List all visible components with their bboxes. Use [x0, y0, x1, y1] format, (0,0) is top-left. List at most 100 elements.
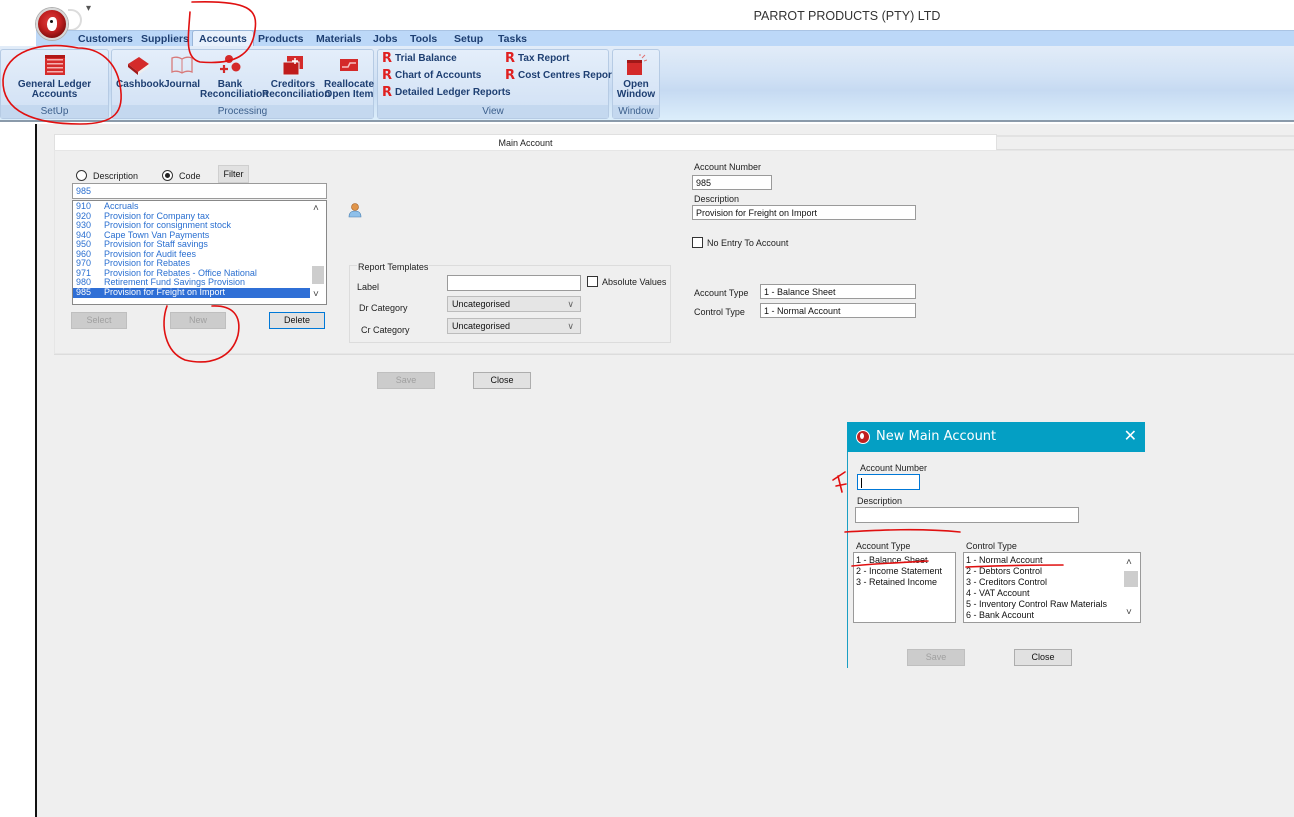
dialog-title-bar[interactable]: New Main Account ✕ [847, 422, 1145, 452]
tab-setup[interactable]: Setup [454, 32, 483, 47]
chart-of-accounts-link[interactable]: R Chart of Accounts [382, 68, 482, 83]
account-number-input[interactable]: 985 [692, 175, 772, 190]
radio-description[interactable] [76, 170, 87, 181]
radio-description-label: Description [93, 171, 139, 181]
cr-category-label: Cr Category [361, 325, 410, 335]
control-type-scrollbar[interactable]: ˄ ˅ [1122, 553, 1140, 622]
select-button[interactable]: Select [71, 312, 127, 329]
list-item[interactable]: 5 - Inventory Control Raw Materials [966, 599, 1107, 609]
company-name: PARROT PRODUCTS (PTY) LTD [753, 9, 941, 23]
dialog-account-number-input[interactable] [857, 474, 920, 490]
tax-report-link[interactable]: R Tax Report [505, 52, 570, 65]
open-window-button[interactable]: Open Window [613, 54, 659, 100]
cr-category-select[interactable]: Uncategorised ∨ [447, 318, 581, 334]
control-type-input[interactable]: 1 - Normal Account [760, 303, 916, 318]
tab-accounts[interactable]: Accounts [192, 30, 254, 47]
no-entry-checkbox[interactable] [692, 237, 703, 248]
trial-balance-link[interactable]: R Trial Balance [382, 51, 457, 66]
ribbon-tab-bar: Customers Suppliers Accounts Products Ma… [36, 30, 1294, 47]
new-button[interactable]: New [170, 312, 226, 329]
cost-centres-report-link[interactable]: R Cost Centres Report [505, 69, 615, 82]
scroll-down-icon[interactable]: ˅ [1126, 607, 1132, 618]
delete-button[interactable]: Delete [269, 312, 325, 329]
tab-tools[interactable]: Tools [410, 32, 437, 47]
general-ledger-accounts-label-2: Accounts [31, 89, 78, 100]
control-type-label: Control Type [694, 307, 745, 317]
dialog-title: New Main Account [876, 429, 997, 444]
tab-customers[interactable]: Customers [78, 32, 133, 47]
general-ledger-accounts-button[interactable]: General Ledger Accounts [1, 54, 108, 100]
dialog-close-button[interactable]: Close [1014, 649, 1072, 666]
list-item[interactable]: 6 - Bank Account [966, 610, 1034, 620]
dr-category-select[interactable]: Uncategorised ∨ [447, 296, 581, 312]
list-item[interactable]: 4 - VAT Account [966, 588, 1030, 598]
close-icon[interactable]: ✕ [1124, 426, 1137, 445]
account-list[interactable]: 910 Accruals 920 Provision for Company tax… [72, 200, 327, 305]
save-button[interactable]: Save [377, 372, 435, 389]
bank-reconciliation-button[interactable]: Bank Reconciliation [200, 54, 268, 100]
report-icon: R [382, 51, 393, 66]
ribbon-group-window-label: Window [613, 105, 659, 118]
journal-label: Journal [163, 79, 201, 90]
tab-jobs[interactable]: Jobs [373, 32, 398, 47]
filter-input[interactable]: 985 [72, 183, 327, 199]
book-icon [125, 54, 151, 76]
dialog-description-input[interactable] [855, 507, 1079, 523]
dialog-control-type-list[interactable]: 1 - Normal Account 2 - Debtors Control 3… [963, 552, 1141, 623]
radio-code[interactable] [162, 170, 173, 181]
detailed-ledger-reports-label: Detailed Ledger Reports [395, 87, 511, 98]
absolute-values-checkbox[interactable] [587, 276, 598, 287]
creditors-reconciliation-button[interactable]: Creditors Reconciliation [262, 54, 331, 100]
list-item[interactable]: 1 - Balance Sheet [856, 555, 928, 565]
list-item[interactable]: 1 - Normal Account [966, 555, 1043, 565]
description-label: Description [694, 194, 740, 204]
user-icon[interactable] [347, 202, 363, 218]
reallocate-open-item-label-2: Open Item [324, 89, 374, 100]
list-item[interactable]: 3 - Creditors Control [966, 577, 1047, 587]
tab-strip-filler [997, 135, 1294, 150]
cashbook-button[interactable]: Cashbook [116, 54, 165, 90]
tab-suppliers[interactable]: Suppliers [141, 32, 189, 47]
tab-main-account[interactable]: Main Account [54, 134, 997, 150]
label-input[interactable] [447, 275, 581, 291]
scroll-thumb[interactable] [1124, 571, 1138, 587]
account-list-scrollbar[interactable]: ˄ ˅ [310, 201, 326, 304]
reallocate-open-item-button[interactable]: Reallocate Open Item [324, 54, 374, 100]
close-button[interactable]: Close [473, 372, 531, 389]
report-templates-title: Report Templates [357, 262, 430, 272]
tax-report-label: Tax Report [518, 53, 570, 64]
cashbook-label: Cashbook [116, 79, 165, 90]
list-item[interactable]: 3 - Retained Income [856, 577, 937, 587]
scroll-down-icon[interactable]: ˅ [313, 289, 319, 300]
scroll-up-icon[interactable]: ˄ [1126, 557, 1132, 568]
parrot-logo-icon[interactable] [36, 8, 68, 40]
detailed-ledger-reports-link[interactable]: R Detailed Ledger Reports [382, 86, 511, 99]
account-type-input[interactable]: 1 - Balance Sheet [760, 284, 916, 299]
chart-of-accounts-label: Chart of Accounts [395, 70, 482, 81]
ribbon: General Ledger Accounts SetUp Cashbook J… [0, 46, 1294, 122]
ribbon-group-processing-label: Processing [112, 105, 373, 118]
dr-category-label: Dr Category [359, 303, 408, 313]
dialog-save-button[interactable]: Save [907, 649, 965, 666]
open-window-label-2: Window [616, 89, 656, 100]
tab-tasks[interactable]: Tasks [498, 32, 527, 47]
scroll-up-icon[interactable]: ˄ [313, 203, 319, 214]
bank-reconciliation-icon [219, 54, 241, 76]
list-item-selected[interactable]: 985 Provision for Freight on Import [73, 287, 311, 298]
creditors-reconciliation-label-2: Reconciliation [262, 89, 331, 100]
dialog-account-type-list[interactable]: 1 - Balance Sheet 2 - Income Statement 3… [853, 552, 956, 623]
tab-materials[interactable]: Materials [316, 32, 362, 47]
list-item[interactable]: 2 - Debtors Control [966, 566, 1042, 576]
open-book-icon [170, 54, 194, 76]
dialog-account-number-label: Account Number [860, 463, 928, 473]
absolute-values-label: Absolute Values [602, 277, 667, 287]
filter-button[interactable]: Filter [218, 165, 249, 183]
tab-products[interactable]: Products [258, 32, 304, 47]
description-input[interactable]: Provision for Freight on Import [692, 205, 916, 220]
report-icon: R [382, 68, 393, 83]
scroll-thumb[interactable] [312, 266, 324, 284]
account-number-label: Account Number [694, 162, 762, 172]
list-item[interactable]: 2 - Income Statement [856, 566, 942, 576]
journal-button[interactable]: Journal [162, 54, 202, 90]
chevron-down-icon: ∨ [567, 299, 574, 309]
